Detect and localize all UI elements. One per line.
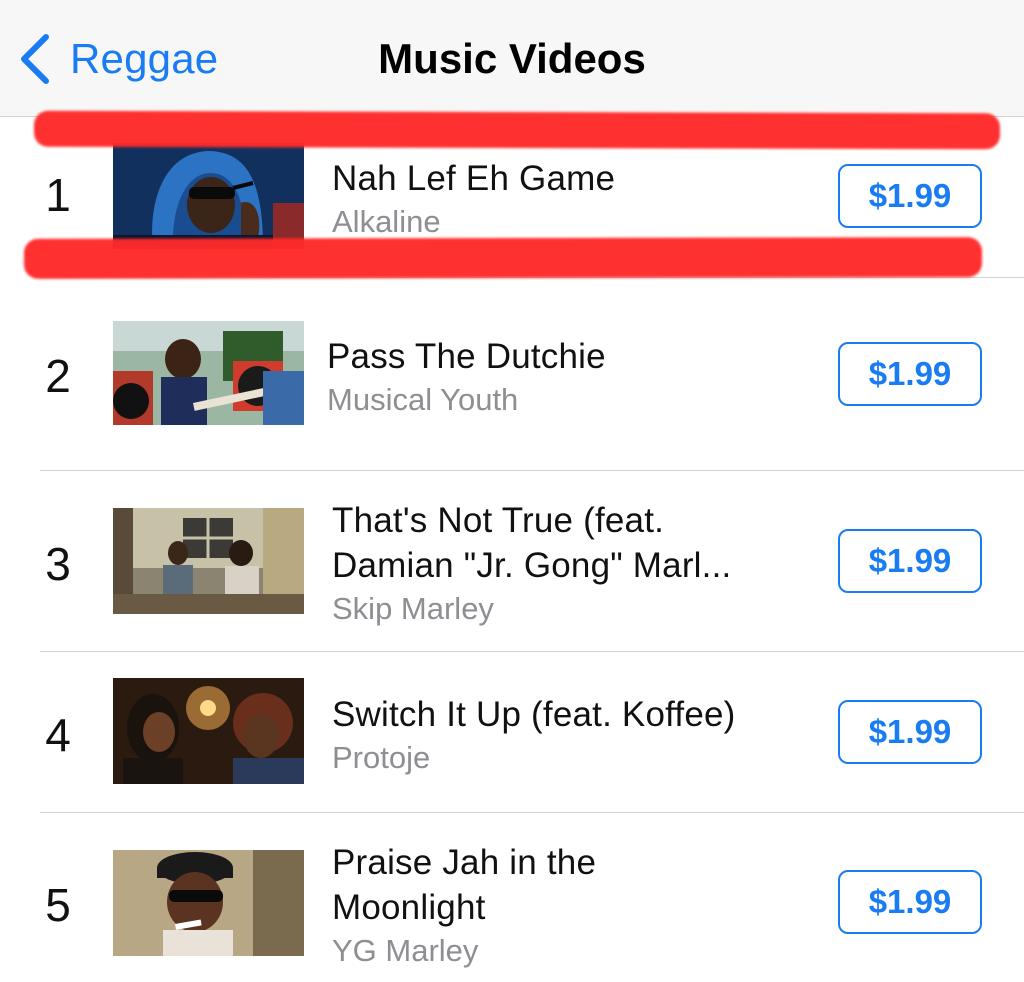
row-divider (40, 812, 1024, 813)
video-title: Switch It Up (feat. Koffee) (332, 695, 736, 734)
rank-number: 5 (45, 879, 71, 931)
video-title: Praise Jah in the (332, 843, 597, 882)
video-thumbnail[interactable] (113, 321, 304, 425)
row-divider (40, 470, 1024, 471)
row-divider (40, 651, 1024, 652)
video-title-line2: Damian "Jr. Gong" Marl... (332, 546, 732, 585)
video-thumbnail[interactable] (113, 143, 304, 249)
video-thumbnail[interactable] (113, 678, 304, 784)
rank-number: 3 (45, 538, 71, 590)
video-info: Pass The Dutchie Musical Youth (327, 334, 797, 421)
rank-number: 4 (45, 709, 71, 761)
page-title: Music Videos (0, 24, 1024, 94)
price-button[interactable]: $1.99 (838, 870, 982, 934)
video-info: Nah Lef Eh Game Alkaline (332, 156, 802, 243)
page-title-text: Music Videos (378, 35, 646, 82)
rank-number: 2 (45, 350, 71, 402)
video-artist: Musical Youth (327, 382, 519, 417)
navigation-bar: Reggae Music Videos (0, 0, 1024, 117)
rank-number: 1 (45, 169, 71, 221)
video-thumbnail[interactable] (113, 508, 304, 614)
video-thumbnail[interactable] (113, 850, 304, 956)
price-button[interactable]: $1.99 (838, 700, 982, 764)
video-title-line2: Moonlight (332, 888, 486, 927)
highlight-stroke-top (33, 110, 1001, 150)
price-button[interactable]: $1.99 (838, 342, 982, 406)
price-button[interactable]: $1.99 (838, 529, 982, 593)
video-title: That's Not True (feat. (332, 501, 665, 540)
video-artist: Protoje (332, 740, 431, 775)
highlight-stroke-bottom (23, 237, 983, 279)
video-artist: Skip Marley (332, 591, 494, 626)
video-info: That's Not True (feat. Damian "Jr. Gong"… (332, 498, 802, 630)
video-title: Pass The Dutchie (327, 337, 606, 376)
price-button[interactable]: $1.99 (838, 164, 982, 228)
video-info: Switch It Up (feat. Koffee) Protoje (332, 692, 802, 779)
music-videos-screen: Reggae Music Videos 1 Nah Lef Eh Game Al… (0, 0, 1024, 982)
video-title: Nah Lef Eh Game (332, 159, 616, 198)
video-artist: YG Marley (332, 933, 479, 968)
video-info: Praise Jah in the Moonlight YG Marley (332, 840, 802, 972)
